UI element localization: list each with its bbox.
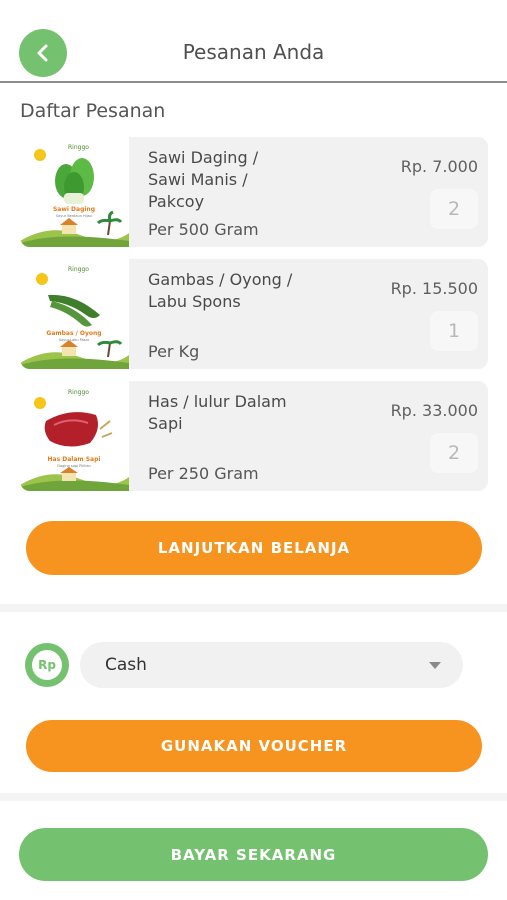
order-list-title: Daftar Pesanan bbox=[20, 100, 166, 122]
payment-method-select[interactable]: Cash bbox=[80, 642, 463, 688]
item-unit: Per 500 Gram bbox=[148, 220, 259, 239]
thumb-label: Sawi Daging bbox=[53, 206, 95, 213]
quantity-field[interactable]: 1 bbox=[430, 311, 478, 351]
pay-now-button[interactable]: BAYAR SEKARANG bbox=[19, 828, 488, 881]
section-divider bbox=[0, 793, 507, 801]
thumb-label: Gambas / Oyong bbox=[46, 330, 101, 337]
item-price: Rp. 7.000 bbox=[400, 157, 478, 176]
item-unit: Per 250 Gram bbox=[148, 464, 259, 483]
quantity-field[interactable]: 2 bbox=[430, 433, 478, 473]
payment-method-value: Cash bbox=[105, 655, 147, 675]
item-name: Has / lulur Dalam Sapi bbox=[148, 392, 287, 433]
app-header: Pesanan Anda bbox=[0, 0, 507, 83]
use-voucher-button[interactable]: GUNAKAN VOUCHER bbox=[26, 720, 482, 772]
page-title: Pesanan Anda bbox=[182, 40, 325, 64]
product-image: Ringgo Sawi Daging Sayur Berdaun Hijau bbox=[20, 137, 129, 247]
dropdown-caret-icon bbox=[429, 662, 441, 669]
order-item: Ringgo Gambas / Oyong Sayur Labu Pasar G… bbox=[20, 259, 488, 369]
item-name: Gambas / Oyong / Labu Spons bbox=[148, 270, 293, 311]
currency-icon-label: Rp bbox=[32, 650, 62, 680]
quantity-field[interactable]: 2 bbox=[430, 189, 478, 229]
product-image: Ringgo Has Dalam Sapi Daging sapi Piliha… bbox=[20, 381, 129, 491]
thumb-sublabel: Daging sapi Pilihan bbox=[57, 464, 90, 468]
item-name: Sawi Daging / Sawi Manis / Pakcoy bbox=[148, 148, 259, 211]
section-divider bbox=[0, 604, 507, 612]
item-price: Rp. 33.000 bbox=[390, 401, 478, 420]
continue-shopping-button[interactable]: LANJUTKAN BELANJA bbox=[26, 521, 482, 575]
brand-logo-text: Ringgo bbox=[68, 144, 89, 151]
item-unit: Per Kg bbox=[148, 342, 200, 361]
thumb-sublabel: Sayur Labu Pasar bbox=[59, 338, 90, 342]
brand-logo-text: Ringgo bbox=[68, 389, 89, 396]
thumb-sublabel: Sayur Berdaun Hijau bbox=[56, 214, 92, 218]
product-image: Ringgo Gambas / Oyong Sayur Labu Pasar bbox=[20, 259, 129, 369]
item-price: Rp. 15.500 bbox=[390, 279, 478, 298]
order-item: Ringgo Has Dalam Sapi Daging sapi Piliha… bbox=[20, 381, 488, 491]
currency-icon: Rp bbox=[25, 643, 69, 687]
order-item: Ringgo Sawi Daging Sayur Berdaun Hijau S… bbox=[20, 137, 488, 247]
brand-logo-text: Ringgo bbox=[68, 266, 89, 273]
thumb-label: Has Dalam Sapi bbox=[48, 456, 101, 463]
